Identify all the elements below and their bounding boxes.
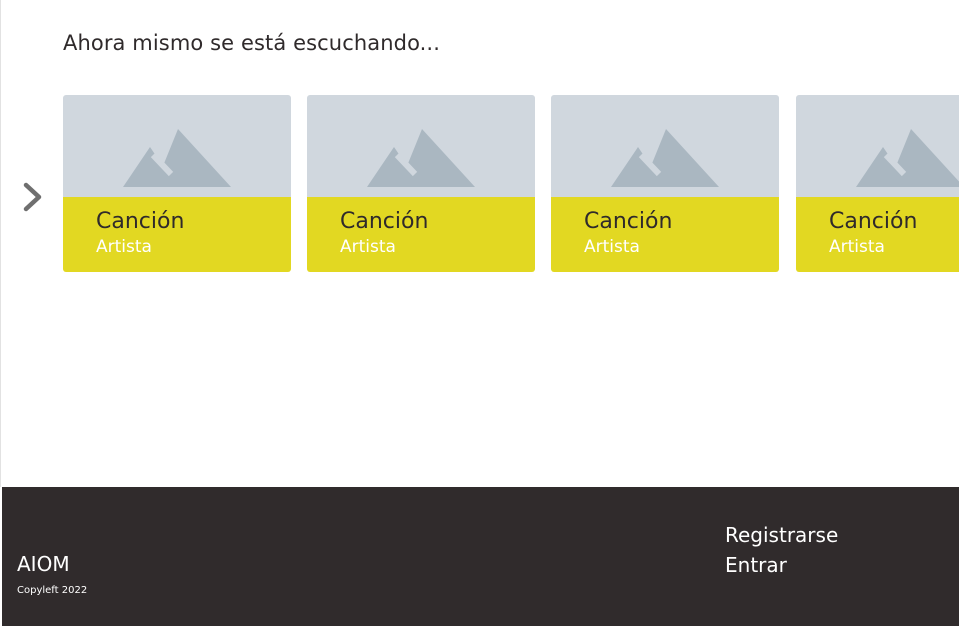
- image-placeholder-icon: [367, 129, 475, 187]
- card-image: [551, 95, 779, 197]
- song-card[interactable]: Canción Artista: [63, 95, 291, 272]
- section-title: Ahora mismo se está escuchando...: [63, 31, 440, 55]
- image-placeholder-icon: [611, 129, 719, 187]
- card-info: Canción Artista: [551, 197, 779, 272]
- card-image: [307, 95, 535, 197]
- song-artist: Artista: [584, 237, 640, 257]
- page: Ahora mismo se está escuchando... Canció…: [0, 0, 959, 626]
- login-link[interactable]: Entrar: [725, 550, 838, 580]
- card-image: [796, 95, 959, 197]
- footer-nav: Registrarse Entrar: [725, 520, 838, 580]
- song-card[interactable]: Canción Artista: [551, 95, 779, 272]
- image-placeholder-icon: [123, 129, 231, 187]
- footer-brand: AIOM: [17, 552, 70, 576]
- chevron-right-icon: [23, 182, 42, 212]
- song-title: Canción: [829, 209, 918, 234]
- register-link[interactable]: Registrarse: [725, 520, 838, 550]
- song-title: Canción: [340, 209, 429, 234]
- card-info: Canción Artista: [63, 197, 291, 272]
- song-artist: Artista: [340, 237, 396, 257]
- footer-copyright: Copyleft 2022: [17, 585, 88, 596]
- song-artist: Artista: [96, 237, 152, 257]
- left-divider: [0, 0, 1, 487]
- carousel-next-button[interactable]: [20, 180, 48, 214]
- card-image: [63, 95, 291, 197]
- footer: AIOM Copyleft 2022 Registrarse Entrar: [2, 487, 959, 626]
- song-card[interactable]: Canción Artista: [796, 95, 959, 272]
- image-placeholder-icon: [856, 129, 959, 187]
- song-title: Canción: [584, 209, 673, 234]
- card-info: Canción Artista: [307, 197, 535, 272]
- song-title: Canción: [96, 209, 185, 234]
- card-info: Canción Artista: [796, 197, 959, 272]
- song-card[interactable]: Canción Artista: [307, 95, 535, 272]
- song-artist: Artista: [829, 237, 885, 257]
